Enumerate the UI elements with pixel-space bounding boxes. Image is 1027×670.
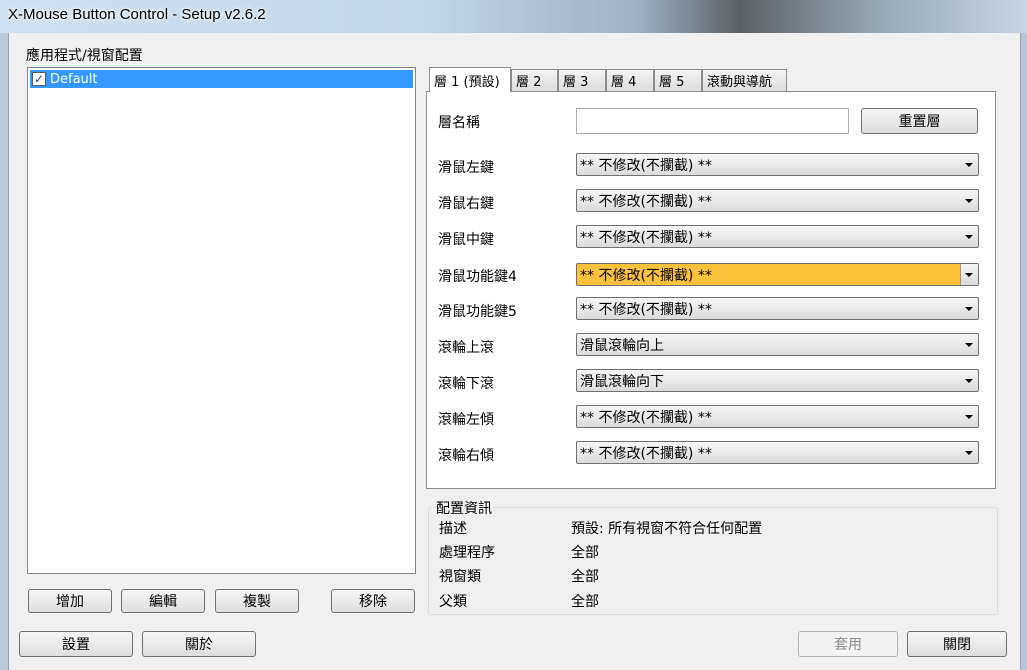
info-key-description: 描述 bbox=[439, 521, 467, 537]
chevron-down-icon bbox=[965, 235, 973, 239]
row-label-xbutton5: 滑鼠功能鍵5 bbox=[438, 304, 517, 320]
window-title: X-Mouse Button Control - Setup v2.6.2 bbox=[8, 6, 266, 23]
remove-button[interactable]: 移除 bbox=[331, 589, 415, 613]
config-info-label: 配置資訊 bbox=[434, 498, 494, 518]
wheel-down-value: 滑鼠滾輪向下 bbox=[580, 373, 664, 390]
chevron-down-icon bbox=[965, 451, 973, 455]
edit-button[interactable]: 編輯 bbox=[121, 589, 205, 613]
tab-layer-2[interactable]: 層 2 bbox=[511, 69, 558, 91]
tab-layer-5[interactable]: 層 5 bbox=[654, 69, 702, 91]
window-frame-right bbox=[1021, 33, 1027, 670]
tilt-left-value: ** 不修改(不攔截) ** bbox=[580, 409, 712, 426]
chevron-down-icon bbox=[965, 163, 973, 167]
tilt-right-select[interactable]: ** 不修改(不攔截) ** bbox=[576, 441, 979, 464]
chevron-down-icon bbox=[965, 307, 973, 311]
row-label-left-button: 滑鼠左鍵 bbox=[438, 160, 494, 176]
info-value-window-class: 全部 bbox=[571, 569, 599, 585]
app-config-label: 應用程式/視窗配置 bbox=[26, 48, 143, 64]
default-checkbox[interactable]: ✓ bbox=[32, 72, 46, 86]
xbutton5-select[interactable]: ** 不修改(不攔截) ** bbox=[576, 297, 979, 320]
xbutton4-value: ** 不修改(不攔截) ** bbox=[580, 267, 712, 284]
wheel-up-value: 滑鼠滾輪向上 bbox=[580, 337, 664, 354]
about-button[interactable]: 關於 bbox=[142, 631, 256, 657]
middle-button-value: ** 不修改(不攔截) ** bbox=[580, 229, 712, 246]
add-button[interactable]: 增加 bbox=[28, 589, 112, 613]
xbutton5-value: ** 不修改(不攔截) ** bbox=[580, 301, 712, 318]
wheel-up-select[interactable]: 滑鼠滾輪向上 bbox=[576, 333, 979, 356]
tilt-left-select[interactable]: ** 不修改(不攔截) ** bbox=[576, 405, 979, 428]
settings-button[interactable]: 設置 bbox=[19, 631, 133, 657]
tab-layer-3[interactable]: 層 3 bbox=[558, 69, 606, 91]
tab-layer-1[interactable]: 層 1 (預設) bbox=[429, 67, 511, 92]
row-label-middle-button: 滑鼠中鍵 bbox=[438, 232, 494, 248]
chevron-down-icon bbox=[965, 343, 973, 347]
row-label-tilt-left: 滾輪左傾 bbox=[438, 412, 494, 428]
app-config-list[interactable]: ✓ Default bbox=[27, 67, 416, 574]
info-value-description: 預設: 所有視窗不符合任何配置 bbox=[571, 521, 763, 537]
info-value-process: 全部 bbox=[571, 545, 599, 561]
row-label-xbutton4: 滑鼠功能鍵4 bbox=[438, 269, 517, 285]
layer-tab-panel bbox=[426, 91, 996, 489]
close-button[interactable]: 關閉 bbox=[907, 631, 1007, 657]
chevron-down-icon bbox=[965, 415, 973, 419]
list-item-label: Default bbox=[50, 71, 98, 87]
middle-button-select[interactable]: ** 不修改(不攔截) ** bbox=[576, 225, 979, 248]
row-label-wheel-up: 滾輪上滾 bbox=[438, 340, 494, 356]
tab-scroll-navigation[interactable]: 滾動與導航 bbox=[702, 69, 787, 91]
left-button-select[interactable]: ** 不修改(不攔截) ** bbox=[576, 153, 979, 176]
apply-button[interactable]: 套用 bbox=[798, 631, 898, 657]
info-value-parent-class: 全部 bbox=[571, 594, 599, 610]
list-item-default[interactable]: ✓ Default bbox=[30, 70, 413, 88]
reset-layer-button[interactable]: 重置層 bbox=[861, 108, 978, 134]
row-label-wheel-down: 滾輪下滾 bbox=[438, 376, 494, 392]
info-key-window-class: 視窗類 bbox=[439, 569, 481, 585]
title-bar[interactable]: X-Mouse Button Control - Setup v2.6.2 bbox=[0, 0, 1027, 33]
info-key-parent-class: 父類 bbox=[439, 594, 467, 610]
layer-name-input[interactable] bbox=[576, 108, 849, 134]
layer-name-label: 層名稱 bbox=[438, 115, 480, 131]
chevron-down-icon bbox=[965, 199, 973, 203]
right-button-select[interactable]: ** 不修改(不攔截) ** bbox=[576, 189, 979, 212]
info-key-process: 處理程序 bbox=[439, 545, 495, 561]
row-label-right-button: 滑鼠右鍵 bbox=[438, 196, 494, 212]
wheel-down-select[interactable]: 滑鼠滾輪向下 bbox=[576, 369, 979, 392]
left-button-value: ** 不修改(不攔截) ** bbox=[580, 157, 712, 174]
xbutton4-select[interactable]: ** 不修改(不攔截) ** bbox=[576, 263, 979, 286]
right-button-value: ** 不修改(不攔截) ** bbox=[580, 193, 712, 210]
row-label-tilt-right: 滾輪右傾 bbox=[438, 448, 494, 464]
chevron-down-icon bbox=[965, 273, 973, 277]
tilt-right-value: ** 不修改(不攔截) ** bbox=[580, 445, 712, 462]
copy-button[interactable]: 複製 bbox=[215, 589, 299, 613]
window-frame-left bbox=[0, 33, 8, 670]
tab-layer-4[interactable]: 層 4 bbox=[606, 69, 654, 91]
chevron-down-icon bbox=[965, 379, 973, 383]
